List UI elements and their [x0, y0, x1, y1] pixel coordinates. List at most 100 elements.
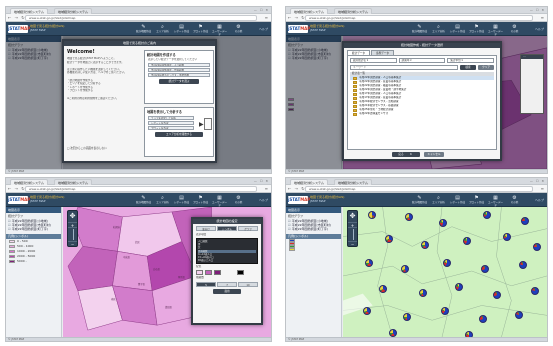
toolbar-button[interactable]: ✎ 統計地図作成: [135, 23, 152, 35]
pie-chart-marker[interactable]: [368, 211, 376, 219]
toolbar-button[interactable]: ⚑ プロット作成: [192, 194, 209, 206]
pie-chart-marker[interactable]: [365, 259, 373, 267]
checkbox-icon[interactable]: ☑: [8, 227, 11, 231]
list-item[interactable]: 平成22年農林業センサス: [350, 112, 494, 116]
stat-option[interactable]: 平成22年国勢調査 - 人口総数: [148, 62, 210, 67]
analysis-option[interactable]: レポートを作成: [148, 121, 194, 125]
zoom-out-button[interactable]: −: [68, 241, 77, 247]
pie-chart-marker[interactable]: [443, 259, 451, 267]
class-option[interactable]: 5: [196, 282, 216, 287]
toolbar-button[interactable]: ⌕ エリア分析: [154, 194, 171, 206]
dont-show-checkbox[interactable]: □ 次回からこの画面を表示しない: [64, 147, 107, 151]
map-area[interactable]: ✥ + −: [343, 207, 547, 337]
pie-chart-marker[interactable]: [533, 243, 541, 251]
sidebar-item[interactable]: ☑ 平成22年国勢調査(町丁字): [286, 227, 341, 231]
toolbar-button[interactable]: ✎ 統計地図作成: [411, 23, 428, 35]
window-controls[interactable]: — ☐ ✕: [254, 179, 269, 183]
choose-data-button[interactable]: 統計データを選ぶ: [159, 78, 199, 84]
pie-chart-marker[interactable]: [379, 285, 387, 293]
menu-icon[interactable]: ≡: [265, 186, 268, 191]
toolbar-button[interactable]: ✎ 統計地図作成: [135, 194, 152, 206]
field-item[interactable]: 65歳以上人口: [198, 259, 256, 262]
menu-icon[interactable]: ≡: [541, 15, 544, 20]
window-controls[interactable]: — ☐ ✕: [530, 179, 545, 183]
mode-option[interactable]: シンボル: [217, 226, 237, 231]
nav-buttons[interactable]: ← → ↻: [8, 186, 26, 191]
pie-chart-marker[interactable]: [441, 307, 449, 315]
color-swatch[interactable]: [214, 270, 221, 275]
pie-chart-marker[interactable]: [439, 219, 447, 227]
analysis-option[interactable]: エリアを指定して分析: [148, 116, 194, 120]
toolbar-button[interactable]: ▤ レポート作成: [173, 194, 190, 206]
toolbar-button[interactable]: ⚙ その他: [230, 23, 247, 35]
url-field[interactable]: www.e-stat.go.jp/SG2/jstatmap: [25, 186, 257, 192]
toolbar-button[interactable]: ▦ ユーザーデータ: [487, 23, 504, 36]
zoom-slider[interactable]: [348, 227, 357, 241]
survey-select[interactable]: 政府統計名 ▾: [350, 58, 397, 63]
nav-buttons[interactable]: ← → ↻: [288, 186, 306, 191]
back-button[interactable]: 戻る: [392, 152, 410, 157]
toolbar-button[interactable]: ▦ ユーザーデータ: [211, 194, 228, 207]
nav-buttons[interactable]: ← → ↻: [8, 15, 26, 20]
year-select[interactable]: 調査年 ▾: [398, 58, 446, 63]
color-swatch[interactable]: [205, 270, 212, 275]
pie-chart-marker[interactable]: [455, 283, 463, 291]
menu-icon[interactable]: ≡: [541, 186, 544, 191]
mode-option[interactable]: 塗分け: [196, 226, 216, 231]
color-swatch[interactable]: [196, 270, 203, 275]
pie-chart-marker[interactable]: [419, 289, 427, 297]
toolbar-button[interactable]: ⚙ その他: [230, 194, 247, 206]
window-controls[interactable]: — ☐ ✕: [530, 8, 545, 12]
pie-chart-marker[interactable]: [385, 235, 393, 243]
clear-button[interactable]: クリア: [478, 65, 494, 70]
app-logo[interactable]: jSTATMAP: [288, 25, 310, 33]
color-scheme[interactable]: [193, 269, 261, 276]
menu-icon[interactable]: ≡: [265, 15, 268, 20]
app-logo[interactable]: jSTATMAP: [288, 196, 310, 204]
toolbar-button[interactable]: ▤ レポート作成: [173, 23, 190, 35]
url-field[interactable]: www.e-stat.go.jp/SG2/jstatmap: [305, 186, 533, 192]
class-option[interactable]: 10: [238, 282, 258, 287]
toolbar-button[interactable]: ⚙ その他: [506, 194, 523, 206]
pie-chart-marker[interactable]: [363, 307, 371, 315]
apply-button[interactable]: 適用: [213, 289, 241, 294]
window-controls[interactable]: — ☐ ✕: [254, 8, 269, 12]
start-analysis-button[interactable]: エリア分析を開始する: [155, 132, 203, 137]
toolbar-button[interactable]: ▦ ユーザーデータ: [487, 194, 504, 207]
toolbar-button[interactable]: ⚙ その他: [506, 23, 523, 35]
toolbar-button[interactable]: ⚑ プロット作成: [468, 23, 485, 35]
pie-chart-marker[interactable]: [481, 265, 489, 273]
analysis-option[interactable]: プロットを作成: [148, 126, 194, 130]
zoom-slider[interactable]: [68, 227, 77, 241]
help-link[interactable]: ヘルプ: [535, 27, 544, 31]
pie-chart-marker[interactable]: [405, 213, 413, 221]
pie-chart-marker[interactable]: [521, 217, 529, 225]
keyword-input[interactable]: [350, 65, 458, 70]
pie-chart-marker[interactable]: [531, 287, 539, 295]
pie-chart-marker[interactable]: [519, 261, 527, 269]
app-logo[interactable]: jSTATMAP: [8, 25, 30, 33]
pie-chart-marker[interactable]: [403, 313, 411, 321]
pie-chart-marker[interactable]: [515, 311, 523, 319]
toolbar-button[interactable]: ✎ 統計地図作成: [411, 194, 428, 206]
tab-boundary[interactable]: 境界データ: [370, 50, 394, 55]
pie-chart-marker[interactable]: [421, 241, 429, 249]
help-link[interactable]: ヘルプ: [259, 27, 268, 31]
mode-option[interactable]: グラフ: [238, 226, 258, 231]
sidebar-item[interactable]: ☑ 平成22年国勢調査(町丁字): [6, 227, 61, 231]
search-button[interactable]: 検索: [460, 65, 476, 70]
toolbar-button[interactable]: ⌕ エリア分析: [430, 194, 447, 206]
stat-option[interactable]: 平成22年国勢調査 - 世帯総数: [148, 67, 210, 72]
toolbar-button[interactable]: ⌕ エリア分析: [154, 23, 171, 35]
toolbar-button[interactable]: ⚑ プロット作成: [192, 23, 209, 35]
field-list[interactable]: 人口総数男女世帯総数 0〜14歳人口 15〜64歳人口 65歳以上人口: [196, 238, 258, 264]
pie-chart-marker[interactable]: [463, 237, 471, 245]
map-area[interactable]: 札幌市 北区 中央区 白石区 豊平区 南区 厚別区 清田区 ✥ + − 統計地図の設定 塗分け…: [63, 207, 271, 337]
toolbar-button[interactable]: ▤ レポート作成: [449, 23, 466, 35]
help-link[interactable]: ヘルプ: [535, 198, 544, 202]
url-field[interactable]: www.e-stat.go.jp/SG2/jstatmap: [305, 15, 533, 21]
pie-chart-marker[interactable]: [503, 233, 511, 241]
toolbar-button[interactable]: ⌕ エリア分析: [430, 23, 447, 35]
url-field[interactable]: www.e-stat.go.jp/SG2/jstatmap: [25, 15, 257, 21]
pie-chart-marker[interactable]: [479, 315, 487, 323]
